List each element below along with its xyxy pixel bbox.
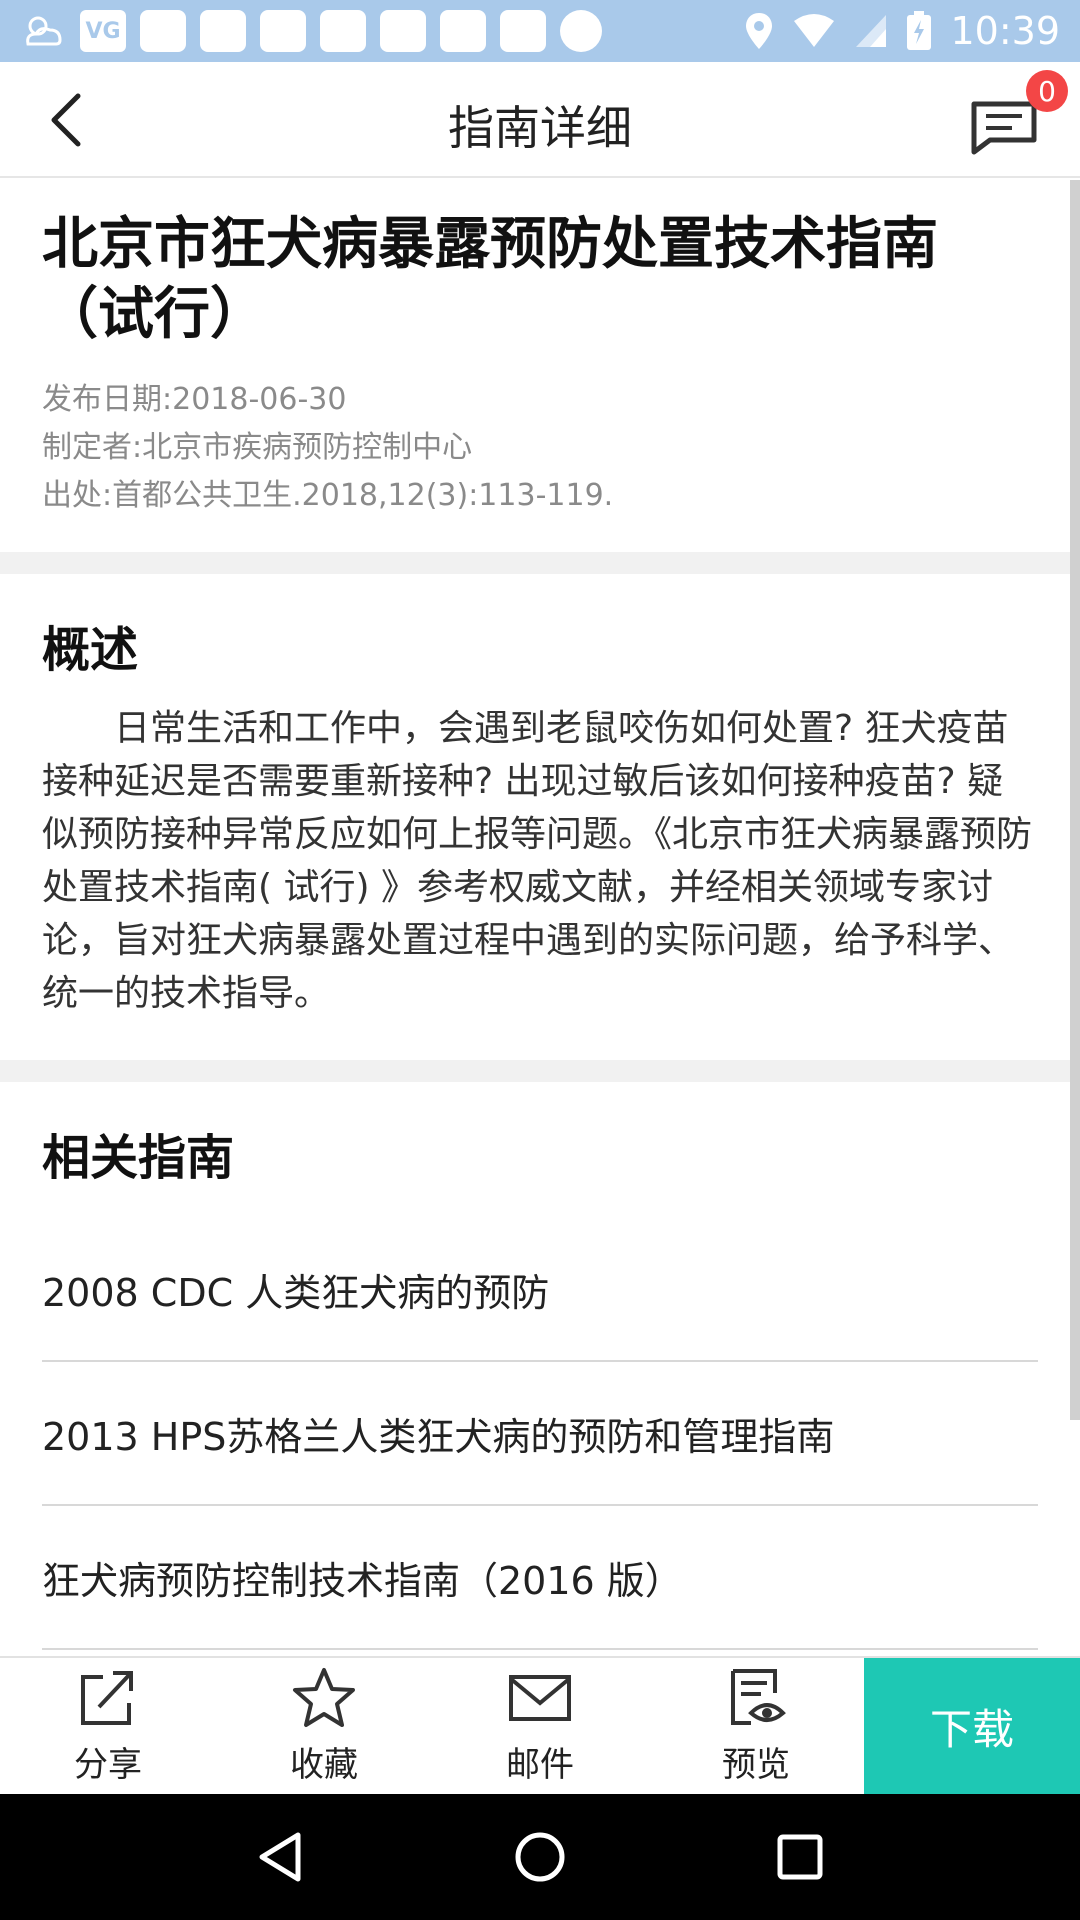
notification-icon (500, 10, 546, 52)
favorite-button[interactable]: 收藏 (216, 1658, 432, 1794)
share-icon (81, 1670, 133, 1725)
star-icon (293, 1667, 355, 1727)
scrollbar[interactable] (1070, 180, 1080, 1420)
page-title: 指南详细 (448, 101, 632, 155)
battery-icon (907, 11, 932, 50)
guide-meta: 发布日期:2018-06-30 制定者:北京市疾病预防控制中心 出处:首都公共卫… (42, 350, 1038, 552)
guide-header: 北京市狂犬病暴露预防处置技术指南（试行） 发布日期:2018-06-30 制定者… (0, 180, 1080, 552)
related-guide-item[interactable]: 2008 CDC 人类狂犬病的预防 (42, 1218, 1038, 1362)
weather-icon (26, 16, 62, 46)
related-guide-item[interactable]: 狂犬病预防控制技术指南（2016 版） (42, 1506, 1038, 1650)
nav-home-icon[interactable] (512, 1829, 568, 1885)
preview-icon (731, 1668, 786, 1725)
section-divider (0, 1060, 1080, 1082)
clock: 10:39 (950, 9, 1060, 53)
nav-back-icon[interactable] (252, 1829, 308, 1885)
author: 制定者:北京市疾病预防控制中心 (42, 430, 473, 465)
notification-icon (440, 10, 486, 52)
app-notification-icon: VG (80, 10, 126, 52)
mail-label: 邮件 (506, 1744, 574, 1785)
notification-dot-icon (560, 10, 602, 52)
location-icon (746, 13, 773, 49)
section-divider (0, 552, 1080, 574)
related-guide-item[interactable]: 2013 HPS苏格兰人类狂犬病的预防和管理指南 (42, 1362, 1038, 1506)
notification-icon (380, 10, 426, 52)
system-indicators: 10:39 (744, 9, 1060, 53)
related-heading: 相关指南 (42, 1130, 235, 1186)
favorite-label: 收藏 (290, 1744, 358, 1785)
share-label: 分享 (74, 1744, 142, 1785)
system-navigation-bar (0, 1794, 1080, 1920)
wifi-icon (794, 14, 835, 47)
guide-content[interactable]: 北京市狂犬病暴露预防处置技术指南（试行） 发布日期:2018-06-30 制定者… (0, 180, 1080, 1656)
preview-label: 预览 (722, 1744, 790, 1785)
mail-button[interactable]: 邮件 (432, 1658, 648, 1794)
summary-section: 概述 日常生活和工作中，会遇到老鼠咬伤如何处置? 狂犬疫苗接种延迟是否需要重新接… (0, 574, 1080, 1060)
signal-icon (856, 15, 887, 47)
preview-button[interactable]: 预览 (648, 1658, 864, 1794)
notification-icon (200, 10, 246, 52)
status-bar: VG 10:39 (0, 0, 1080, 62)
share-button[interactable]: 分享 (0, 1658, 216, 1794)
summary-text: 日常生活和工作中，会遇到老鼠咬伤如何处置? 狂犬疫苗接种延迟是否需要重新接种? … (42, 708, 1033, 1014)
message-count-badge: 0 (1026, 70, 1068, 112)
related-list: 2008 CDC 人类狂犬病的预防 2013 HPS苏格兰人类狂犬病的预防和管理… (42, 1188, 1038, 1650)
bottom-action-bar: 分享 收藏 邮件 预览 下载 (0, 1656, 1080, 1794)
publish-date: 发布日期:2018-06-30 (42, 382, 347, 417)
related-section: 相关指南 2008 CDC 人类狂犬病的预防 2013 HPS苏格兰人类狂犬病的… (0, 1082, 1080, 1650)
download-button[interactable]: 下载 (864, 1658, 1080, 1794)
source: 出处:首都公共卫生.2018,12(3):113-119. (42, 478, 614, 513)
nav-recents-icon[interactable] (772, 1829, 828, 1885)
app-bar: 指南详细 0 (0, 62, 1080, 178)
mail-icon (509, 1674, 571, 1721)
guide-title: 北京市狂犬病暴露预防处置技术指南（试行） (42, 212, 938, 347)
notification-icon (320, 10, 366, 52)
notification-icon (260, 10, 306, 52)
notification-icon (140, 10, 186, 52)
notification-icons: VG (20, 10, 602, 52)
summary-heading: 概述 (42, 622, 139, 678)
